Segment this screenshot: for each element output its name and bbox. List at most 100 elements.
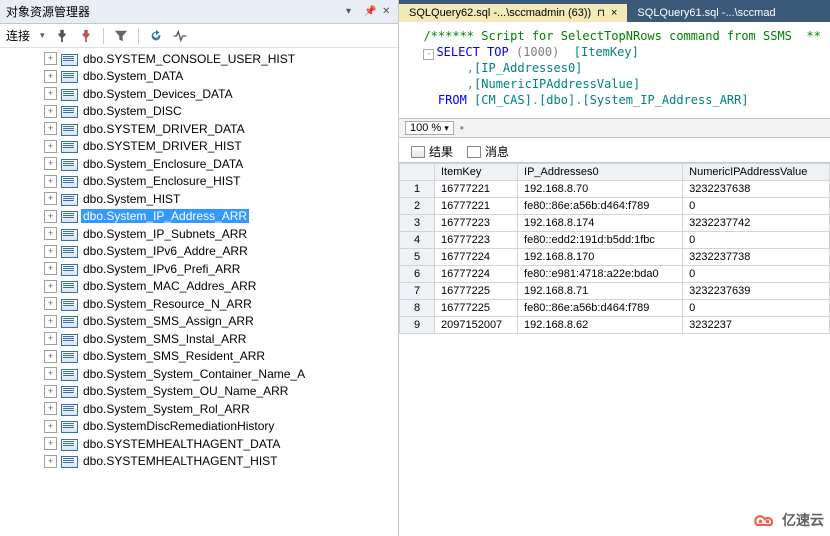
tab-messages[interactable]: 消息 — [461, 141, 515, 162]
expand-icon[interactable]: + — [44, 227, 57, 240]
tree-item[interactable]: +dbo.SYSTEM_DRIVER_HIST — [6, 138, 398, 156]
tree-item[interactable]: +dbo.SYSTEM_CONSOLE_USER_HIST — [6, 50, 398, 68]
cell[interactable]: 192.168.8.70 — [518, 181, 683, 198]
tree-item[interactable]: +dbo.System_SMS_Instal_ARR — [6, 330, 398, 348]
expand-icon[interactable]: + — [44, 122, 57, 135]
cell[interactable]: fe80::edd2:191d:b5dd:1fbc — [518, 232, 683, 249]
table-row[interactable]: 92097152007192.168.8.623232237 — [400, 317, 830, 334]
tree-item[interactable]: +dbo.System_Enclosure_HIST — [6, 173, 398, 191]
cell[interactable]: fe80::86e:a56b:d464:f789 — [518, 300, 683, 317]
table-row[interactable]: 316777223192.168.8.1743232237742 — [400, 215, 830, 232]
tree-item[interactable]: +dbo.System_DISC — [6, 103, 398, 121]
cell[interactable]: 16777223 — [435, 215, 518, 232]
tree-item[interactable]: +dbo.System_DATA — [6, 68, 398, 86]
expand-icon[interactable]: + — [44, 105, 57, 118]
row-number[interactable]: 8 — [400, 300, 435, 317]
connect-dropdown-icon[interactable]: ▾ — [40, 30, 45, 41]
cell[interactable]: 192.168.8.71 — [518, 283, 683, 300]
expand-icon[interactable]: + — [44, 87, 57, 100]
tree-item[interactable]: +dbo.System_HIST — [6, 190, 398, 208]
tree-item[interactable]: +dbo.System_SMS_Assign_ARR — [6, 313, 398, 331]
plug-off-icon[interactable] — [79, 29, 93, 43]
tree-item[interactable]: +dbo.System_MAC_Addres_ARR — [6, 278, 398, 296]
tree-item[interactable]: +dbo.System_System_OU_Name_ARR — [6, 383, 398, 401]
cell[interactable]: 16777225 — [435, 283, 518, 300]
cell[interactable]: 2097152007 — [435, 317, 518, 334]
tree-item[interactable]: +dbo.System_IP_Address_ARR — [6, 208, 398, 226]
cell[interactable]: 16777223 — [435, 232, 518, 249]
row-number[interactable]: 4 — [400, 232, 435, 249]
cell[interactable]: 0 — [683, 198, 830, 215]
table-row[interactable]: 716777225192.168.8.713232237639 — [400, 283, 830, 300]
tree-item[interactable]: +dbo.SYSTEM_DRIVER_DATA — [6, 120, 398, 138]
cell[interactable]: 3232237639 — [683, 283, 830, 300]
tab-results[interactable]: 结果 — [405, 141, 459, 162]
cell[interactable]: 3232237738 — [683, 249, 830, 266]
row-number[interactable]: 1 — [400, 181, 435, 198]
expand-icon[interactable]: + — [44, 245, 57, 258]
cell[interactable]: 3232237742 — [683, 215, 830, 232]
expand-icon[interactable]: + — [44, 210, 57, 223]
expand-icon[interactable]: + — [44, 385, 57, 398]
expand-icon[interactable]: + — [44, 402, 57, 415]
refresh-icon[interactable] — [149, 29, 163, 43]
table-row[interactable]: 116777221192.168.8.703232237638 — [400, 181, 830, 198]
expand-icon[interactable]: + — [44, 332, 57, 345]
cell[interactable]: 192.168.8.170 — [518, 249, 683, 266]
tab-active[interactable]: SQLQuery62.sql -...\sccmadmin (63)) ⊓ × — [399, 4, 627, 22]
pin-icon[interactable]: 📌 — [364, 7, 374, 17]
expand-icon[interactable]: + — [44, 262, 57, 275]
row-number[interactable]: 3 — [400, 215, 435, 232]
row-number[interactable]: 7 — [400, 283, 435, 300]
tree-item[interactable]: +dbo.SystemDiscRemediationHistory — [6, 418, 398, 436]
cell[interactable]: 3232237638 — [683, 181, 830, 198]
cell[interactable]: 0 — [683, 232, 830, 249]
expand-icon[interactable]: + — [44, 192, 57, 205]
tree-item[interactable]: +dbo.System_Enclosure_DATA — [6, 155, 398, 173]
plug-icon[interactable] — [55, 29, 69, 43]
results-grid[interactable]: ItemKeyIP_Addresses0NumericIPAddressValu… — [399, 163, 830, 536]
activity-icon[interactable] — [173, 29, 187, 43]
cell[interactable]: 16777221 — [435, 181, 518, 198]
column-header[interactable]: ItemKey — [435, 164, 518, 181]
fold-icon[interactable]: - — [423, 49, 434, 60]
expand-icon[interactable]: + — [44, 175, 57, 188]
expand-icon[interactable]: + — [44, 297, 57, 310]
cell[interactable]: fe80::e981:4718:a22e:bda0 — [518, 266, 683, 283]
cell[interactable]: 3232237 — [683, 317, 830, 334]
table-row[interactable]: 216777221fe80::86e:a56b:d464:f7890 — [400, 198, 830, 215]
zoom-select[interactable]: 100 % ▾ — [405, 121, 454, 135]
cell[interactable]: 16777224 — [435, 266, 518, 283]
expand-icon[interactable]: + — [44, 157, 57, 170]
table-row[interactable]: 516777224192.168.8.1703232237738 — [400, 249, 830, 266]
column-header[interactable]: IP_Addresses0 — [518, 164, 683, 181]
cell[interactable]: 16777221 — [435, 198, 518, 215]
table-row[interactable]: 816777225fe80::86e:a56b:d464:f7890 — [400, 300, 830, 317]
cell[interactable]: 16777224 — [435, 249, 518, 266]
cell[interactable]: 0 — [683, 300, 830, 317]
tree-view[interactable]: +dbo.SYSTEM_CONSOLE_USER_HIST+dbo.System… — [0, 48, 398, 536]
expand-icon[interactable]: + — [44, 455, 57, 468]
expand-icon[interactable]: + — [44, 315, 57, 328]
cell[interactable]: 0 — [683, 266, 830, 283]
expand-icon[interactable]: + — [44, 52, 57, 65]
expand-icon[interactable]: + — [44, 350, 57, 363]
sql-editor[interactable]: /****** Script for SelectTopNRows comman… — [399, 22, 830, 118]
tree-item[interactable]: +dbo.System_IP_Subnets_ARR — [6, 225, 398, 243]
table-row[interactable]: 616777224fe80::e981:4718:a22e:bda00 — [400, 266, 830, 283]
close-icon[interactable]: ✕ — [382, 7, 392, 17]
tree-item[interactable]: +dbo.System_Devices_DATA — [6, 85, 398, 103]
expand-icon[interactable]: + — [44, 70, 57, 83]
expand-icon[interactable]: + — [44, 280, 57, 293]
expand-icon[interactable]: + — [44, 367, 57, 380]
cell[interactable]: 16777225 — [435, 300, 518, 317]
dropdown-icon[interactable]: ▾ — [346, 7, 356, 17]
column-header[interactable]: NumericIPAddressValue — [683, 164, 830, 181]
tree-item[interactable]: +dbo.System_System_Container_Name_A — [6, 365, 398, 383]
expand-icon[interactable]: + — [44, 140, 57, 153]
row-number[interactable]: 2 — [400, 198, 435, 215]
tree-item[interactable]: +dbo.SYSTEMHEALTHAGENT_HIST — [6, 453, 398, 471]
tab-inactive[interactable]: SQLQuery61.sql -...\sccmad — [627, 4, 785, 22]
expand-icon[interactable]: + — [44, 437, 57, 450]
row-number[interactable]: 5 — [400, 249, 435, 266]
